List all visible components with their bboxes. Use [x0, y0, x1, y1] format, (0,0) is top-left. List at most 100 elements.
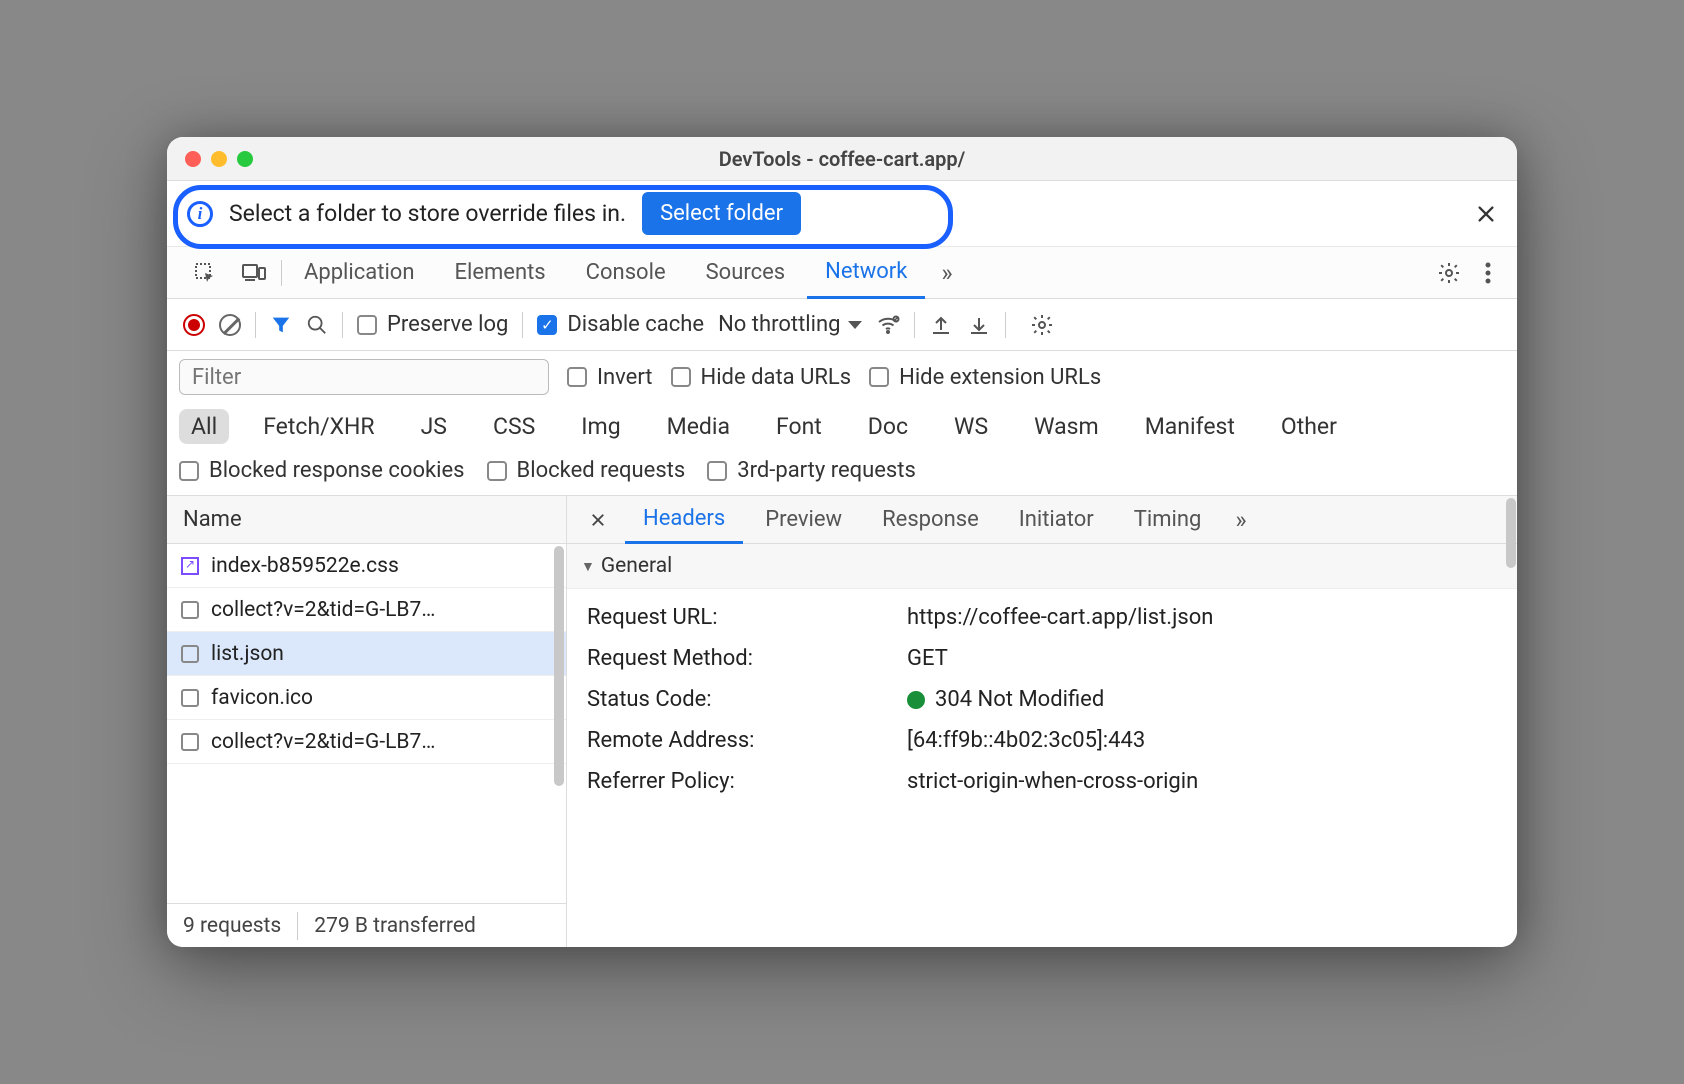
tab-console[interactable]: Console [568, 247, 684, 299]
detail-tab-initiator[interactable]: Initiator [1001, 496, 1112, 544]
detail-tab-response[interactable]: Response [864, 496, 997, 544]
traffic-lights [185, 151, 253, 167]
kv-value: GET [907, 646, 1497, 671]
filter-type-manifest[interactable]: Manifest [1133, 409, 1247, 444]
invert-checkbox[interactable]: Invert [567, 365, 653, 390]
kv-key: Referrer Policy: [587, 769, 907, 794]
zoom-window-button[interactable] [237, 151, 253, 167]
split-pane: Name index-b859522e.css collect?v=2&tid=… [167, 496, 1517, 947]
request-row[interactable]: collect?v=2&tid=G-LB7… [167, 720, 566, 764]
network-conditions-icon[interactable] [876, 313, 900, 337]
kv-value: 304 Not Modified [907, 687, 1497, 712]
third-party-checkbox[interactable]: 3rd-party requests [707, 458, 916, 483]
kebab-menu-icon[interactable] [1475, 256, 1501, 290]
filter-type-fetch-xhr[interactable]: Fetch/XHR [251, 409, 386, 444]
detail-tab-headers[interactable]: Headers [625, 496, 743, 544]
disable-cache-checkbox[interactable]: ✓Disable cache [537, 312, 704, 337]
request-name: index-b859522e.css [211, 554, 399, 578]
filter-type-ws[interactable]: WS [942, 409, 1000, 444]
tab-sources[interactable]: Sources [688, 247, 804, 299]
request-list: Name index-b859522e.css collect?v=2&tid=… [167, 496, 567, 947]
request-name: list.json [211, 642, 284, 666]
detail-tab-timing[interactable]: Timing [1116, 496, 1220, 544]
kv-row: Referrer Policy:strict-origin-when-cross… [587, 761, 1497, 802]
filter-type-js[interactable]: JS [409, 409, 459, 444]
disable-cache-label: Disable cache [567, 312, 704, 337]
request-list-header[interactable]: Name [167, 496, 566, 544]
scrollbar-thumb[interactable] [554, 546, 564, 786]
hide-extension-urls-checkbox[interactable]: Hide extension URLs [869, 365, 1101, 390]
throttling-label: No throttling [718, 312, 840, 337]
tab-network[interactable]: Network [807, 247, 925, 299]
detail-close-button[interactable] [575, 511, 621, 529]
network-settings-icon[interactable] [1020, 307, 1064, 343]
detail-tab-preview[interactable]: Preview [747, 496, 860, 544]
device-toolbar-icon[interactable] [231, 255, 277, 291]
network-toolbar: Preserve log ✓Disable cache No throttlin… [167, 299, 1517, 351]
minimize-window-button[interactable] [211, 151, 227, 167]
file-icon [181, 601, 199, 619]
scrollbar-thumb[interactable] [1506, 498, 1516, 568]
request-row[interactable]: favicon.ico [167, 676, 566, 720]
filter-type-img[interactable]: Img [569, 409, 632, 444]
select-folder-button[interactable]: Select folder [642, 192, 801, 235]
filter-type-other[interactable]: Other [1269, 409, 1349, 444]
blocked-requests-label: Blocked requests [517, 458, 686, 483]
infobar-close-button[interactable] [1475, 203, 1497, 225]
kv-value: strict-origin-when-cross-origin [907, 769, 1497, 794]
more-tabs-button[interactable]: » [929, 259, 961, 287]
more-detail-tabs-button[interactable]: » [1223, 506, 1255, 534]
infobar-message: Select a folder to store override files … [229, 200, 626, 227]
export-har-icon[interactable] [929, 313, 953, 337]
hide-data-urls-label: Hide data URLs [701, 365, 852, 390]
caret-down-icon [848, 321, 862, 329]
panel-tabstrip: Application Elements Console Sources Net… [167, 247, 1517, 299]
filter-type-all[interactable]: All [179, 409, 229, 444]
filter-type-wasm[interactable]: Wasm [1022, 409, 1111, 444]
blocked-requests-checkbox[interactable]: Blocked requests [487, 458, 686, 483]
import-har-icon[interactable] [967, 313, 991, 337]
search-icon[interactable] [306, 314, 328, 336]
preserve-log-label: Preserve log [387, 312, 508, 337]
info-icon: i [187, 201, 213, 227]
throttling-select[interactable]: No throttling [718, 312, 862, 337]
kv-value: https://coffee-cart.app/list.json [907, 605, 1497, 630]
disclosure-triangle-icon: ▼ [581, 558, 595, 575]
filter-type-doc[interactable]: Doc [856, 409, 920, 444]
settings-icon[interactable] [1427, 255, 1471, 291]
clear-button[interactable] [219, 314, 241, 336]
general-label: General [601, 554, 672, 578]
kv-row: Remote Address:[64:ff9b::4b02:3c05]:443 [587, 720, 1497, 761]
file-icon [181, 645, 199, 663]
request-name: favicon.ico [211, 686, 313, 710]
filter-type-font[interactable]: Font [764, 409, 834, 444]
hide-extension-urls-label: Hide extension URLs [899, 365, 1101, 390]
tab-application[interactable]: Application [286, 247, 432, 299]
request-row[interactable]: collect?v=2&tid=G-LB7… [167, 588, 566, 632]
tab-elements[interactable]: Elements [436, 247, 563, 299]
detail-pane: Headers Preview Response Initiator Timin… [567, 496, 1517, 947]
invert-label: Invert [597, 365, 653, 390]
inspect-element-icon[interactable] [183, 255, 227, 291]
detail-tabstrip: Headers Preview Response Initiator Timin… [567, 496, 1517, 544]
request-name: collect?v=2&tid=G-LB7… [211, 598, 435, 622]
requests-count: 9 requests [167, 914, 297, 938]
titlebar: DevTools - coffee-cart.app/ [167, 137, 1517, 181]
kv-key: Request Method: [587, 646, 907, 671]
blocked-cookies-checkbox[interactable]: Blocked response cookies [179, 458, 465, 483]
filter-toggle-icon[interactable] [270, 314, 292, 336]
kv-key: Remote Address: [587, 728, 907, 753]
general-section-header[interactable]: ▼ General [567, 544, 1517, 589]
kv-value: [64:ff9b::4b02:3c05]:443 [907, 728, 1497, 753]
record-button[interactable] [183, 314, 205, 336]
request-row[interactable]: index-b859522e.css [167, 544, 566, 588]
filter-type-media[interactable]: Media [655, 409, 742, 444]
preserve-log-checkbox[interactable]: Preserve log [357, 312, 508, 337]
window-title: DevTools - coffee-cart.app/ [167, 147, 1517, 171]
request-row[interactable]: list.json [167, 632, 566, 676]
hide-data-urls-checkbox[interactable]: Hide data URLs [671, 365, 852, 390]
kv-row: Request URL:https://coffee-cart.app/list… [587, 597, 1497, 638]
filter-type-css[interactable]: CSS [481, 409, 547, 444]
filter-input[interactable] [179, 359, 549, 395]
close-window-button[interactable] [185, 151, 201, 167]
